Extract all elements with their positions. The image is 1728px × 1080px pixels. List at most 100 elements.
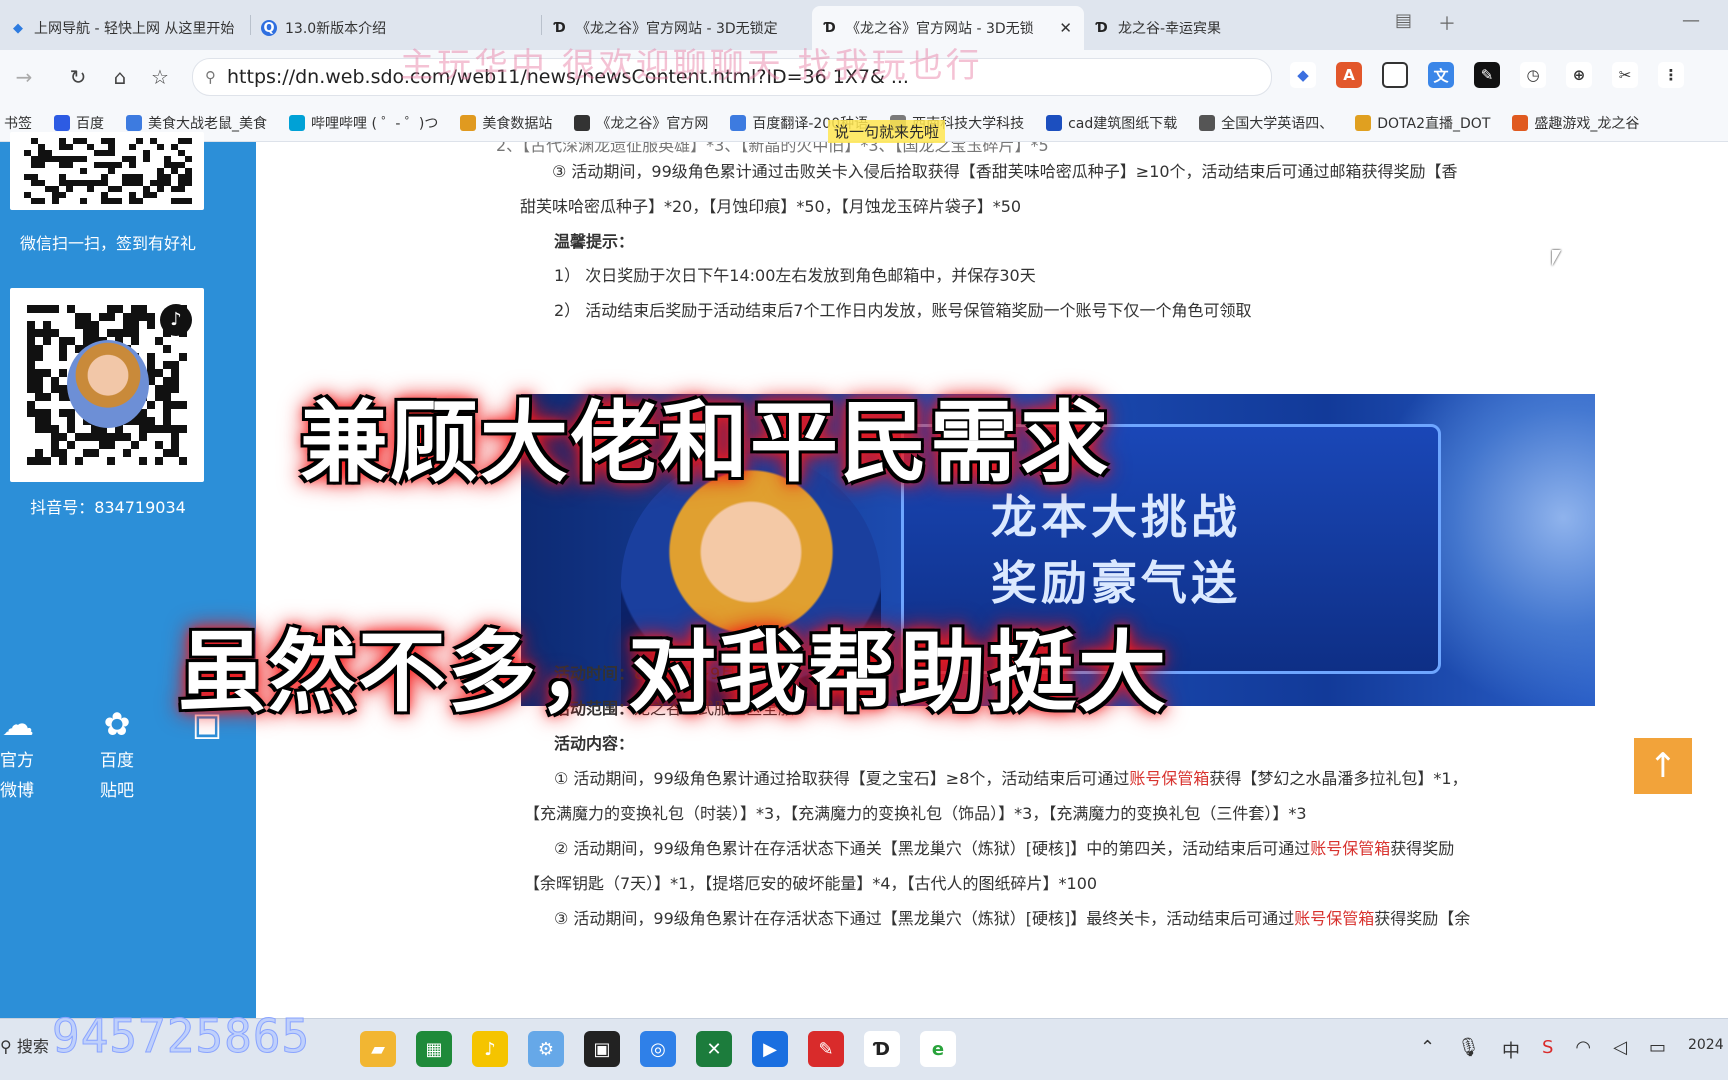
tip-1: 1） 次日奖励于次日下午14:00左右发放到角色邮箱中，并保存30天 [554, 266, 1036, 285]
bookmark-item[interactable]: 哔哩哔哩 ( ゜- ゜)つ [289, 113, 438, 133]
watermark-text: 主玩华中 很欢迎聊聊天 找我玩也行 [400, 46, 983, 86]
wechat-caption: 微信扫一扫，签到有好礼 [19, 234, 196, 253]
microphone-icon[interactable]: 🎙 [1457, 1037, 1480, 1063]
volume-icon[interactable]: ◁ [1613, 1037, 1627, 1063]
minimize-icon[interactable]: — [1682, 10, 1700, 36]
xbox-icon[interactable]: ✕ [696, 1031, 732, 1067]
douyin-caption: 抖音号：834719034 [30, 498, 186, 517]
ie-icon[interactable]: e [920, 1031, 956, 1067]
activity-content-1-cont: 【充满魔力的变换礼包（时装）】*3，【充满魔力的变换礼包（饰品）】*3，【充满魔… [524, 804, 1307, 823]
activity-content-label: 活动内容： [554, 734, 635, 753]
tab-list-icon[interactable]: ▤ [1395, 10, 1412, 36]
taskbar-apps: ▰ ▦ ♪ ⚙ ▣ ◎ ✕ ▶ ✎ Ɗ e [360, 1031, 956, 1067]
menu-icon[interactable]: ⋮ [1658, 62, 1684, 88]
overlay-number: 945725865 [51, 1009, 311, 1064]
wechat-qr-code [10, 132, 204, 210]
scissors-icon[interactable]: ✂ [1612, 62, 1638, 88]
translate-icon[interactable]: 文 [1428, 62, 1454, 88]
wifi-icon[interactable]: ◠ [1575, 1037, 1591, 1063]
battery-icon[interactable]: ▭ [1649, 1037, 1666, 1063]
bookmark-item[interactable]: DOTA2直播_DOT [1355, 113, 1490, 133]
tab-nav[interactable]: ◆ 上网导航 - 轻快上网 从这里开始 [0, 6, 250, 50]
system-tray: ⌃ 🎙 中 S ◠ ◁ ▭ 2024 [1420, 1037, 1724, 1063]
file-explorer-icon[interactable]: ▰ [360, 1031, 396, 1067]
dota-icon [1355, 114, 1372, 131]
avatar [67, 340, 149, 428]
q-icon: Q [261, 20, 277, 36]
activity-content-1: ① 活动期间，99级角色累计通过拾取获得【夏之宝石】≥8个，活动结束后可通过账号… [554, 769, 1468, 788]
dragon-nest-icon[interactable]: Ɗ [864, 1031, 900, 1067]
scroll-to-top-button[interactable]: ↑ [1634, 738, 1692, 794]
ime-icon[interactable]: 中 [1502, 1037, 1520, 1063]
safe-box-link[interactable]: 账号保管箱 [1129, 769, 1209, 788]
video-app-icon[interactable]: ▶ [752, 1031, 788, 1067]
tab-label: 上网导航 - 轻快上网 从这里开始 [34, 21, 235, 37]
history-icon[interactable]: ◷ [1520, 62, 1546, 88]
tab-label: 13.0新版本介绍 [285, 21, 387, 37]
search-icon: ⚲ [0, 1037, 17, 1056]
globe-icon [1199, 114, 1216, 131]
star-icon[interactable]: ☆ [142, 59, 178, 95]
forward-icon[interactable]: → [6, 59, 42, 95]
search-icon: ⚲ [205, 68, 216, 86]
tab-lucky-bingo[interactable]: Ɗ 龙之谷-幸运宾果 [1084, 6, 1354, 50]
grid-icon [126, 114, 142, 131]
small-caption: 说一句就来先啦 [828, 120, 946, 143]
reward-fragment: 2、【古代深渊龙遗征服英雄】*3、【新晶的火中旧】*3、【国龙之宝玉碎片】*5 [496, 142, 1049, 155]
bookmark-item[interactable]: 全国大学英语四、 [1199, 113, 1333, 133]
reload-icon[interactable]: ↻ [60, 59, 96, 95]
banner-title: 龙本大挑战 奖励豪气送 [991, 490, 1241, 610]
headline-1: 兼顾大佬和平民需求 [300, 391, 1111, 494]
image-app-icon[interactable]: ⚙ [528, 1031, 564, 1067]
tips-title: 温馨提示： [554, 232, 635, 251]
extension-leaf-icon[interactable]: ✎ [1474, 62, 1500, 88]
extension-a-icon[interactable]: A [1336, 62, 1362, 88]
shengqu-icon [1512, 114, 1529, 131]
bilibili-icon[interactable]: ▣ [584, 1031, 620, 1067]
taskbar: ⚲ 搜索 945725865 ▰ ▦ ♪ ⚙ ▣ ◎ ✕ ▶ ✎ Ɗ e ⌃ 🎙… [0, 1009, 1728, 1080]
browser-icon[interactable]: ◎ [640, 1031, 676, 1067]
phone-icon[interactable] [1382, 62, 1408, 88]
qq-music-icon[interactable]: ♪ [472, 1031, 508, 1067]
green-app-icon[interactable]: ▦ [416, 1031, 452, 1067]
baidu-tieba-link[interactable]: ✿ 百度 贴吧 [72, 702, 162, 806]
safe-box-link[interactable]: 账号保管箱 [1294, 909, 1374, 928]
weibo-icon: ☁ [2, 705, 34, 743]
bookmark-item[interactable]: 美食数据站 [460, 113, 552, 133]
zoom-icon[interactable]: ⊕ [1566, 62, 1592, 88]
dragon-nest-icon: Ɗ [824, 20, 836, 36]
extension-diamond-icon[interactable]: ◆ [1290, 62, 1316, 88]
bookmark-item[interactable]: 《龙之谷》官方网 [574, 113, 708, 133]
nav-icon: ◆ [13, 20, 23, 36]
dragon-nest-icon: Ɗ [554, 20, 566, 36]
baidu-icon [54, 114, 70, 131]
chevron-up-icon[interactable]: ⌃ [1420, 1037, 1435, 1063]
dragon-nest-icon: Ɗ [1096, 20, 1108, 36]
wps-tray-icon[interactable]: S [1542, 1037, 1553, 1063]
bookmark-item[interactable]: 百度 [54, 113, 104, 133]
bookmark-item[interactable]: cad建筑图纸下载 [1046, 113, 1177, 133]
clock[interactable]: 2024 [1688, 1037, 1724, 1063]
bilibili-icon [289, 114, 305, 131]
activity-content-2: ② 活动期间，99级角色累计在存活状态下通关【黑龙巢穴（炼狱）[硬核]】中的第四… [554, 839, 1455, 858]
close-icon[interactable]: ✕ [1059, 19, 1072, 37]
home-icon[interactable]: ⌂ [102, 59, 138, 95]
translate-icon [730, 114, 747, 131]
tab-tools: ▤ ＋ — [1395, 10, 1728, 36]
taskbar-search[interactable]: ⚲ 搜索 [0, 1033, 49, 1057]
safe-box-link[interactable]: 账号保管箱 [1310, 839, 1390, 858]
bookmark-item[interactable]: 美食大战老鼠_美食 [126, 113, 267, 133]
wps-icon[interactable]: ✎ [808, 1031, 844, 1067]
activity-content-3: ③ 活动期间，99级角色累计在存活状态下通过【黑龙巢穴（炼狱）[硬核]】最终关卡… [554, 909, 1471, 928]
new-tab-icon[interactable]: ＋ [1438, 10, 1456, 36]
sidebar: 微信扫一扫，签到有好礼 ♪ 抖音号：834719034 ☁ 官方 微博 ✿ 百度… [0, 132, 256, 1018]
douyin-qr-code: ♪ [10, 288, 204, 482]
activity-item-3: ③ 活动期间，99级角色累计通过击败关卡入侵后拾取获得【香甜芙味哈密瓜种子】≥1… [552, 162, 1458, 181]
tip-2: 2） 活动结束后奖励于活动结束后7个工作日内发放，账号保管箱奖励一个账号下仅一个… [554, 301, 1252, 320]
bookmark-item[interactable]: 书签 [4, 113, 32, 133]
weibo-link[interactable]: ☁ 官方 微博 [0, 702, 34, 806]
mouse-cursor-icon [1552, 250, 1561, 266]
article-content: 2、【古代深渊龙遗征服英雄】*3、【新晶的火中旧】*3、【国龙之宝玉碎片】*5 … [256, 142, 1728, 1018]
tab-label: 《龙之谷》官方网站 - 3D无锁 [846, 21, 1034, 37]
bookmark-item[interactable]: 盛趣游戏_龙之谷 [1512, 113, 1639, 133]
